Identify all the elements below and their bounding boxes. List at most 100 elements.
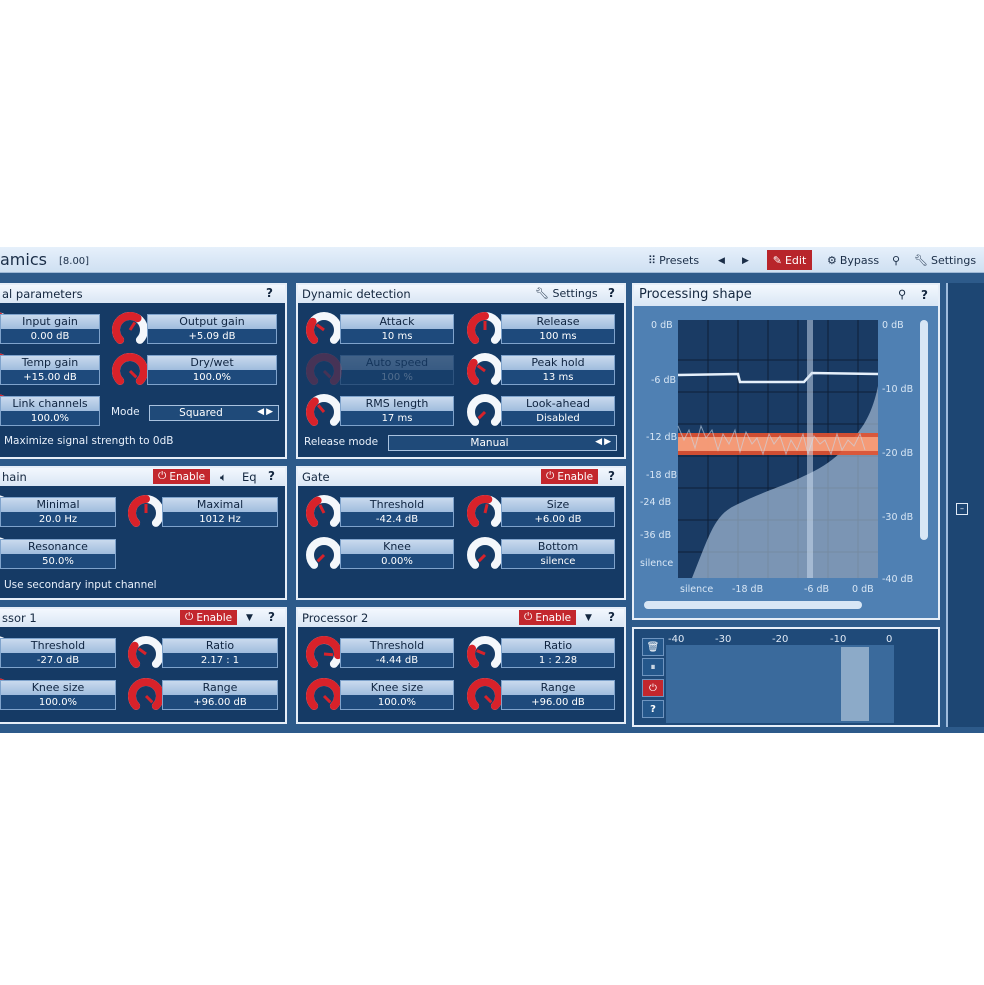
release-knob[interactable] bbox=[465, 310, 505, 350]
arrows-icon: ◀▶ bbox=[257, 407, 275, 417]
side-chain-enable-button[interactable]: ⏻ Enable bbox=[153, 469, 211, 484]
routing-icon[interactable]: ⚲ bbox=[892, 254, 900, 267]
p1-range-control[interactable]: Range +96.00 dB bbox=[162, 680, 278, 710]
auto-speed-knob bbox=[304, 351, 344, 391]
dry-wet-control[interactable]: Dry/wet 100.0% bbox=[147, 355, 277, 385]
edit-button[interactable]: ✎ Edit bbox=[767, 250, 812, 270]
help-icon[interactable]: ? bbox=[268, 469, 275, 483]
bypass-icon: ⚙ bbox=[827, 254, 837, 267]
mode-select[interactable]: Squared ◀▶ bbox=[149, 405, 279, 421]
gate-threshold-knob[interactable] bbox=[304, 493, 344, 533]
collapse-icon[interactable]: – bbox=[956, 503, 968, 515]
next-preset-button[interactable]: ▶ bbox=[742, 256, 749, 266]
dry-wet-knob[interactable] bbox=[110, 351, 150, 391]
gate-size-control[interactable]: Size +6.00 dB bbox=[501, 497, 615, 527]
axis-label: -18 dB bbox=[646, 470, 677, 481]
attack-knob[interactable] bbox=[304, 310, 344, 350]
gate-knee-knob[interactable] bbox=[304, 535, 344, 575]
release-mode-select[interactable]: Manual ◀▶ bbox=[388, 435, 617, 451]
panel-title: hain bbox=[2, 470, 27, 484]
p2-threshold-knob[interactable] bbox=[304, 634, 344, 674]
input-gain-control[interactable]: Input gain 0.00 dB bbox=[0, 314, 100, 344]
p2-knee-control[interactable]: Knee size 100.0% bbox=[340, 680, 454, 710]
processor-2-panel: Processor 2 ⏻ Enable ▼ ? Threshold -4.44 d… bbox=[296, 607, 626, 724]
temp-gain-control[interactable]: Temp gain +15.00 dB bbox=[0, 355, 100, 385]
p1-ratio-control[interactable]: Ratio 2.17 : 1 bbox=[162, 638, 278, 668]
panel-title: Dynamic detection bbox=[302, 287, 411, 301]
axis-label: -24 dB bbox=[640, 497, 671, 508]
rms-length-knob[interactable] bbox=[304, 392, 344, 432]
help-icon[interactable]: ? bbox=[608, 610, 615, 624]
p2-threshold-control[interactable]: Threshold -4.44 dB bbox=[340, 638, 454, 668]
routing-icon[interactable]: ⚲ bbox=[898, 287, 906, 301]
axis-label: silence bbox=[640, 558, 673, 569]
p2-range-control[interactable]: Range +96.00 dB bbox=[501, 680, 615, 710]
meter-help-icon[interactable]: ? bbox=[642, 700, 664, 718]
trash-icon[interactable]: 🗑︎ bbox=[642, 638, 664, 656]
rms-length-control[interactable]: RMS length 17 ms bbox=[340, 396, 454, 426]
p1-threshold-control[interactable]: Threshold -27.0 dB bbox=[0, 638, 116, 668]
processing-shape-graph[interactable]: 0 dB -6 dB -12 dB -18 dB -24 dB -36 dB s… bbox=[634, 306, 938, 618]
peak-hold-control[interactable]: Peak hold 13 ms bbox=[501, 355, 615, 385]
plugin-version: [8.00] bbox=[59, 256, 90, 267]
eq-button[interactable]: Eq bbox=[242, 470, 257, 484]
presets-button[interactable]: ⠿ Presets bbox=[648, 254, 699, 267]
dropdown-arrow-icon[interactable]: ▼ bbox=[246, 613, 253, 623]
output-gain-control[interactable]: Output gain +5.09 dB bbox=[147, 314, 277, 344]
speaker-icon[interactable]: 🔈︎ bbox=[220, 470, 227, 485]
output-gain-knob[interactable] bbox=[110, 310, 150, 350]
maximal-control[interactable]: Maximal 1012 Hz bbox=[162, 497, 278, 527]
axis-label: 0 dB bbox=[852, 584, 874, 595]
link-channels-control[interactable]: Link channels 100.0% bbox=[0, 396, 100, 426]
resonance-control[interactable]: Resonance 50.0% bbox=[0, 539, 116, 569]
p2-range-knob[interactable] bbox=[465, 676, 505, 716]
gate-bottom-knob[interactable] bbox=[465, 535, 505, 575]
help-icon[interactable]: ? bbox=[608, 286, 615, 300]
power-icon[interactable]: ⏻ bbox=[642, 679, 664, 697]
help-icon[interactable]: ? bbox=[266, 286, 273, 300]
help-icon[interactable]: ? bbox=[268, 610, 275, 624]
p2-knee-knob[interactable] bbox=[304, 676, 344, 716]
p1-range-knob[interactable] bbox=[126, 676, 166, 716]
power-icon: ⏻ bbox=[185, 611, 194, 623]
axis-label: -10 dB bbox=[882, 384, 913, 395]
pause-icon[interactable]: ⏸︎ bbox=[642, 658, 664, 676]
bypass-button[interactable]: ⚙ Bypass bbox=[827, 254, 879, 267]
panel-title: al parameters bbox=[2, 287, 83, 301]
p2-ratio-control[interactable]: Ratio 1 : 2.28 bbox=[501, 638, 615, 668]
help-icon[interactable]: ? bbox=[608, 469, 615, 483]
gate-threshold-control[interactable]: Threshold -42.4 dB bbox=[340, 497, 454, 527]
secondary-input-checkbox-label[interactable]: Use secondary input channel bbox=[4, 579, 157, 591]
gate-size-knob[interactable] bbox=[465, 493, 505, 533]
processor-2-enable-button[interactable]: ⏻ Enable bbox=[519, 610, 577, 625]
dropdown-arrow-icon[interactable]: ▼ bbox=[585, 613, 592, 623]
gate-enable-button[interactable]: ⏻ Enable bbox=[541, 469, 599, 484]
panel-title: Gate bbox=[302, 470, 330, 484]
release-control[interactable]: Release 100 ms bbox=[501, 314, 615, 344]
axis-label: -6 dB bbox=[804, 584, 829, 595]
attack-control[interactable]: Attack 10 ms bbox=[340, 314, 454, 344]
gate-knee-control[interactable]: Knee 0.00% bbox=[340, 539, 454, 569]
meter-scale-label: -20 bbox=[772, 634, 789, 645]
gate-bottom-control[interactable]: Bottom silence bbox=[501, 539, 615, 569]
maximal-knob[interactable] bbox=[126, 493, 166, 533]
help-icon[interactable]: ? bbox=[921, 288, 928, 302]
maximize-checkbox-label[interactable]: Maximize signal strength to 0dB bbox=[4, 435, 173, 447]
p2-ratio-knob[interactable] bbox=[465, 634, 505, 674]
peak-hold-knob[interactable] bbox=[465, 351, 505, 391]
settings-button[interactable]: 🔧︎ Settings bbox=[914, 254, 976, 267]
panel-title: Processing shape bbox=[639, 287, 752, 302]
power-icon: ⏻ bbox=[158, 470, 167, 482]
minimal-control[interactable]: Minimal 20.0 Hz bbox=[0, 497, 116, 527]
previous-preset-button[interactable]: ◀ bbox=[718, 256, 725, 266]
meter-scale-label: -10 bbox=[830, 634, 847, 645]
p1-ratio-knob[interactable] bbox=[126, 634, 166, 674]
arrows-icon: ◀▶ bbox=[595, 437, 613, 447]
look-ahead-control[interactable]: Look-ahead Disabled bbox=[501, 396, 615, 426]
detection-settings-button[interactable]: 🔧︎ Settings bbox=[535, 287, 598, 300]
axis-label: 0 dB bbox=[882, 320, 904, 331]
processor-1-enable-button[interactable]: ⏻ Enable bbox=[180, 610, 238, 625]
look-ahead-knob[interactable] bbox=[465, 392, 505, 432]
dynamic-detection-panel: Dynamic detection 🔧︎ Settings ? Attack 10… bbox=[296, 283, 626, 459]
p1-knee-control[interactable]: Knee size 100.0% bbox=[0, 680, 116, 710]
